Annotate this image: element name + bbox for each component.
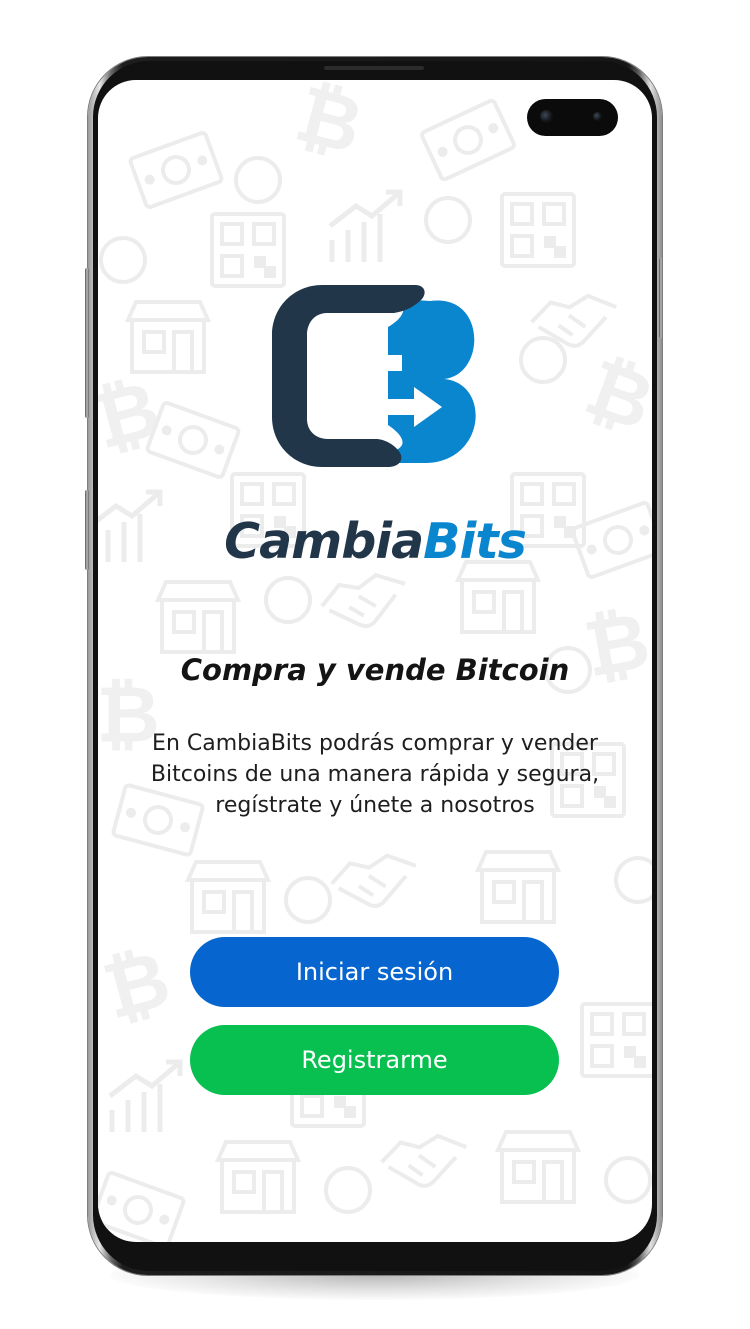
phone-power-button — [659, 258, 663, 338]
app-screen: ₿ — [98, 80, 652, 1242]
login-button-label: Iniciar sesión — [295, 958, 454, 986]
cambiabits-logo-icon — [272, 285, 476, 467]
brand-name-cambia: Cambia — [224, 513, 424, 570]
login-button[interactable]: Iniciar sesión — [190, 937, 559, 1007]
page-headline: Compra y vende Bitcoin — [180, 653, 570, 687]
phone-bixby-button — [85, 490, 89, 570]
camera-lens-icon — [540, 110, 553, 123]
register-button-label: Registrarme — [301, 1046, 448, 1074]
camera-sensor-icon — [593, 112, 602, 121]
screenshot-stage: ₿ — [0, 0, 750, 1329]
brand-name-bits: Bits — [423, 513, 527, 570]
app-brand-name: CambiaBits — [98, 512, 652, 572]
earpiece-speaker — [324, 66, 424, 70]
front-camera-cutout — [527, 99, 618, 136]
intro-description: En CambiaBits podrás comprar y vender Bi… — [150, 731, 600, 818]
phone-volume-button — [85, 268, 89, 418]
register-button[interactable]: Registrarme — [190, 1025, 559, 1095]
